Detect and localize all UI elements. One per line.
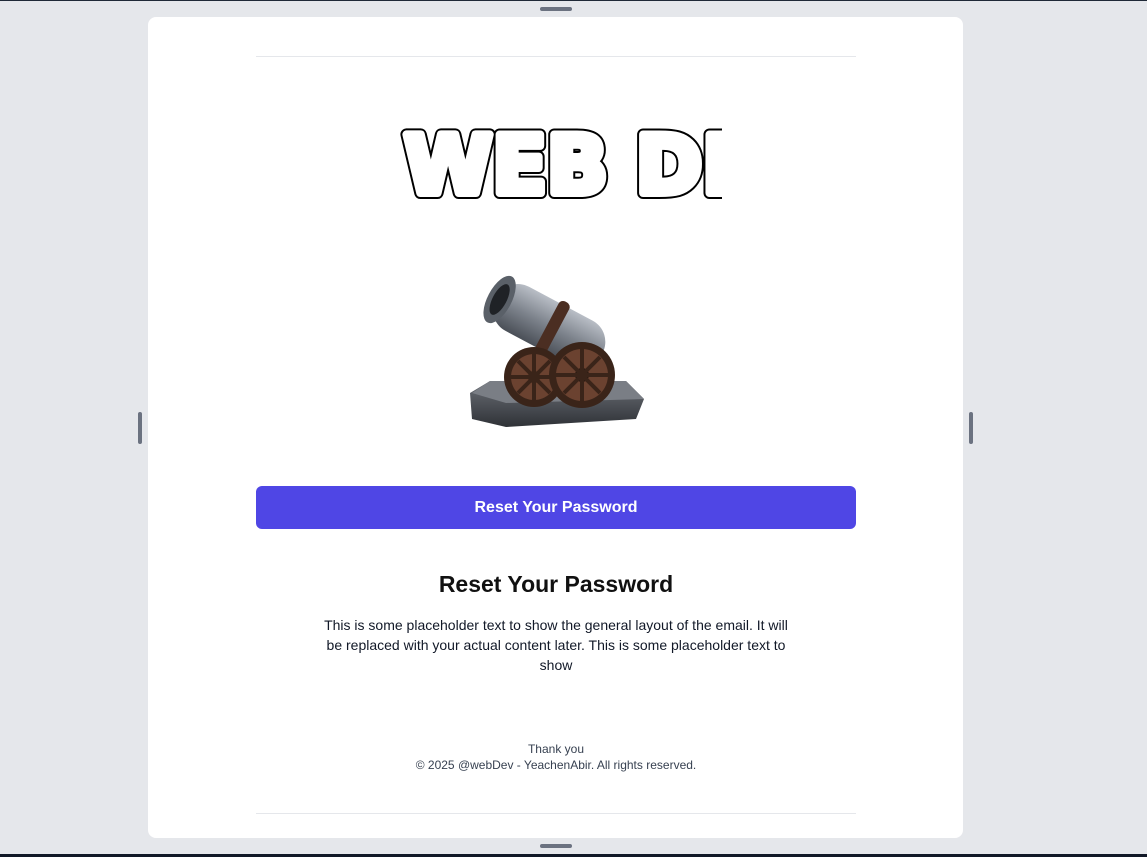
footer-copyright: © 2025 @webDev - YeachenAbir. All rights…	[415, 758, 697, 772]
footer-thanks: Thank you	[527, 742, 585, 756]
resize-handle-bottom[interactable]	[540, 844, 572, 848]
email-card: WEB DEV WEB DEV	[148, 17, 963, 838]
body-text: This is some placeholder text to show th…	[324, 617, 788, 673]
resize-handle-right[interactable]	[969, 412, 973, 444]
cannon-icon	[466, 269, 646, 434]
svg-text:WEB DEV: WEB DEV	[404, 119, 722, 203]
bottom-divider	[256, 813, 856, 814]
resize-handle-left[interactable]	[138, 412, 142, 444]
top-divider	[256, 56, 856, 57]
email-footer: Thank you © 2025 @webDev - YeachenAbir. …	[256, 741, 856, 773]
page-title: Reset Your Password	[438, 571, 674, 597]
reset-password-button[interactable]: Reset Your Password	[256, 486, 856, 529]
resize-handle-top[interactable]	[540, 7, 572, 11]
web-dev-logo: WEB DEV WEB DEV	[392, 113, 825, 218]
window-top-border	[0, 0, 1147, 1]
